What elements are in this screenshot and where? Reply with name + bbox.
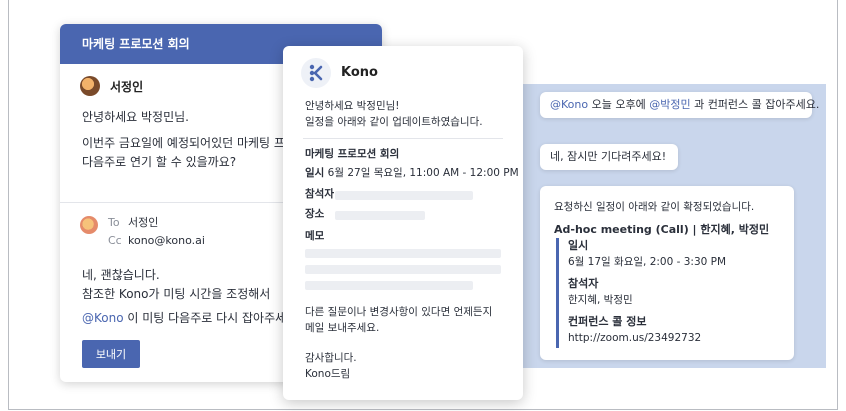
app-name: Kono (341, 65, 378, 80)
date-value: 6월 27일 목요일, 11:00 AM - 12:00 PM (327, 167, 519, 179)
thanks-text: 감사합니다. (305, 352, 357, 364)
closing-line: 메일 보내주세요. (305, 322, 380, 334)
redacted-memo-line (305, 281, 473, 290)
signature: Kono드림 (305, 368, 351, 380)
avatar (80, 216, 98, 234)
redacted-memo-line (305, 265, 501, 274)
to-label: To (108, 216, 120, 229)
conference-link[interactable]: http://zoom.us/23492732 (568, 330, 726, 346)
attendee-label: 참석자 (568, 277, 599, 290)
date-label: 일시 (305, 167, 325, 179)
message-text: 과 컨퍼런스 콜 잡아주세요. (690, 98, 820, 111)
divider (303, 138, 503, 139)
date-value: 6월 17일 화요일, 2:00 - 3:30 PM (568, 256, 727, 268)
cc-value: kono@kono.ai (128, 234, 205, 247)
email-body-line: 이번주 금요일에 예정되어있던 마케팅 프 (82, 136, 285, 150)
meeting-confirmation-card: 요청하신 일정이 아래와 같이 확정되었습니다. Ad-hoc meeting … (540, 186, 794, 360)
send-button[interactable]: 보내기 (82, 340, 140, 368)
cc-label: Cc (108, 234, 122, 247)
reply-line: 참조한 Kono가 미팅 시간을 조정해서 (82, 287, 271, 301)
reply-line-tail: 이 미팅 다음주로 다시 잡아주세 (127, 311, 287, 325)
greeting: 안녕하세요 박정민님! (305, 100, 400, 112)
reply-line: @Kono 이 미팅 다음주로 다시 잡아주세 (82, 309, 286, 328)
attendee-value: 한지혜, 박정민 (568, 294, 633, 306)
date-label: 일시 (568, 239, 589, 252)
redacted-memo-line (305, 249, 501, 258)
mention-link[interactable]: @Kono (550, 98, 588, 111)
recipients-block: To 서정인 Cc kono@kono.ai (80, 214, 205, 250)
email-body-line: 다음주로 연기 할 수 있을까요? (82, 155, 237, 169)
meeting-title: 마케팅 프로모션 회의 (305, 148, 400, 160)
message-text: 오늘 오후에 (588, 98, 650, 111)
closing-line: 다른 질문이나 변경사항이 있다면 언제든지 (305, 306, 493, 318)
update-message: 일정을 아래와 같이 업데이트하였습니다. (305, 116, 483, 128)
chat-message: 네, 잠시만 기다려주세요! (540, 144, 678, 170)
attendee-label: 참석자 (305, 188, 334, 200)
kono-email-card: Kono 안녕하세요 박정민님! 일정을 아래와 같이 업데이트하였습니다. 마… (283, 46, 523, 400)
place-label: 장소 (305, 208, 325, 220)
avatar (80, 76, 100, 96)
kono-logo-icon (301, 58, 331, 88)
redacted-place (335, 211, 425, 220)
email-body-line: 안녕하세요 박정민님. (82, 110, 189, 124)
chat-message: @Kono 오늘 오후에 @박정민 과 컨퍼런스 콜 잡아주세요. (540, 92, 819, 118)
to-value: 서정인 (128, 216, 159, 229)
sender-name: 서정인 (110, 79, 144, 94)
sender-row: 서정인 (80, 76, 143, 96)
confirmation-intro: 요청하신 일정이 아래와 같이 확정되었습니다. (554, 201, 755, 213)
redacted-attendees (335, 191, 473, 200)
mention-link[interactable]: @박정민 (649, 98, 690, 111)
meeting-title: Ad-hoc meeting (Call) | 한지혜, 박정민 (554, 223, 770, 236)
mention-link[interactable]: @Kono (82, 311, 124, 325)
conference-label: 컨퍼런스 콜 정보 (568, 315, 647, 328)
meeting-details: 일시 6월 17일 화요일, 2:00 - 3:30 PM 참석자 한지혜, 박… (556, 238, 726, 348)
reply-line: 네, 괜찮습니다. (82, 268, 160, 282)
date-row: 일시 6월 27일 목요일, 11:00 AM - 12:00 PM (305, 165, 519, 181)
memo-label: 메모 (305, 230, 325, 242)
